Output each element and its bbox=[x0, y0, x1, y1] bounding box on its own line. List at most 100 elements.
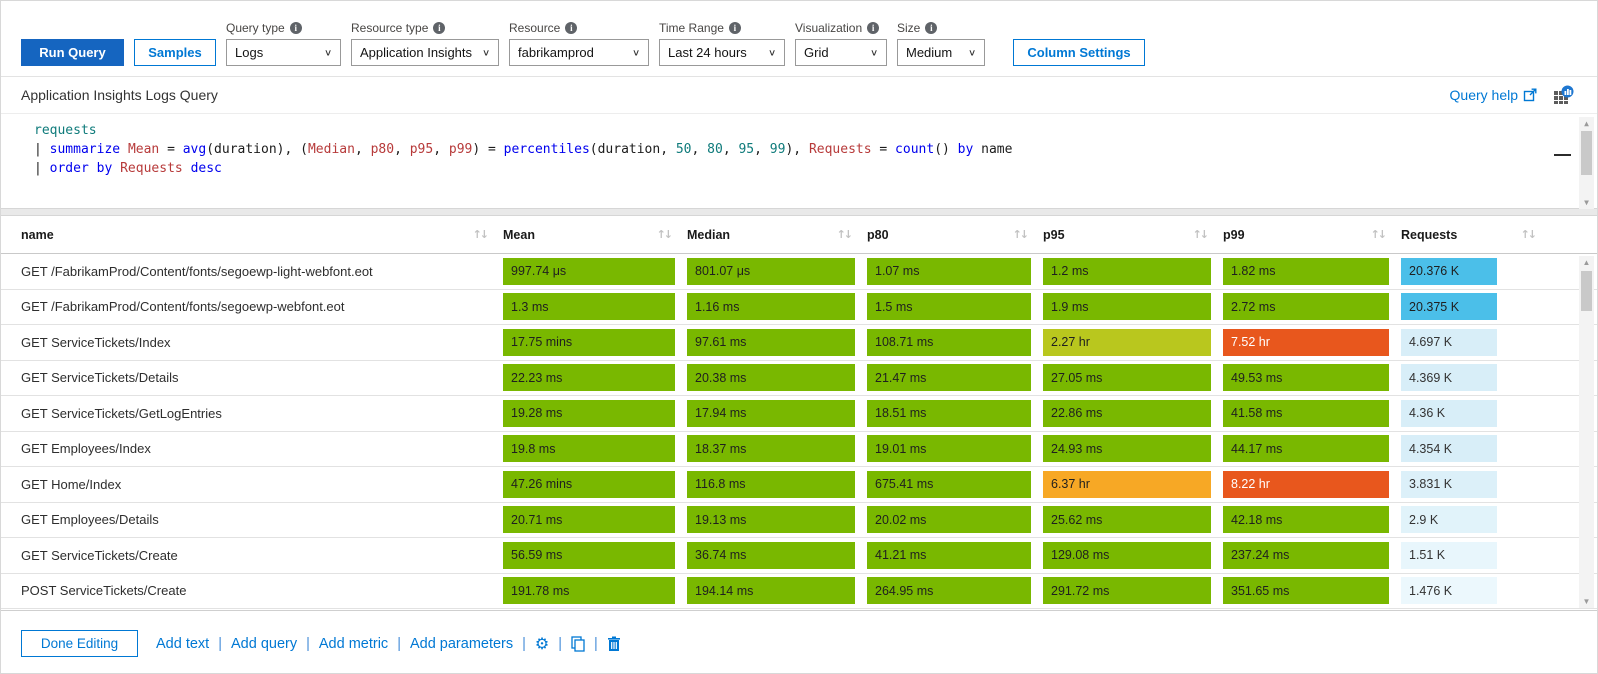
code-token: name bbox=[973, 142, 1012, 157]
table-row[interactable]: GET Home/Index47.26 mins116.8 ms675.41 m… bbox=[1, 467, 1597, 503]
info-icon[interactable]: i bbox=[925, 22, 937, 34]
scroll-down-icon[interactable]: ▼ bbox=[1584, 196, 1589, 209]
code-token bbox=[112, 161, 120, 176]
heatmap-bar: 108.71 ms bbox=[867, 329, 1031, 356]
grid-scrollbar[interactable]: ▲ ▼ bbox=[1579, 256, 1594, 608]
table-row[interactable]: POST ServiceTickets/Create191.78 ms194.1… bbox=[1, 574, 1597, 610]
table-row[interactable]: GET ServiceTickets/GetLogEntries19.28 ms… bbox=[1, 396, 1597, 432]
scroll-up-icon[interactable]: ▲ bbox=[1584, 117, 1589, 130]
sort-icon[interactable]: ↑↓ bbox=[837, 228, 851, 241]
heatmap-cell: 675.41 ms bbox=[867, 467, 1043, 502]
dropdown-label-text: Time Range bbox=[659, 21, 724, 35]
add-query-link[interactable]: Add query bbox=[231, 636, 297, 652]
chevron-down-icon: ∨ bbox=[632, 47, 640, 57]
column-header-name[interactable]: name↑↓ bbox=[21, 216, 503, 253]
table-row[interactable]: GET /FabrikamProd/Content/fonts/segoewp-… bbox=[1, 254, 1597, 290]
dropdown-group-resource-type: Resource typeiApplication Insights∨ bbox=[351, 21, 499, 66]
column-header-p95[interactable]: p95↑↓ bbox=[1043, 216, 1223, 253]
grid-body: GET /FabrikamProd/Content/fonts/segoewp-… bbox=[1, 254, 1597, 610]
heatmap-cell: 997.74 μs bbox=[503, 254, 687, 289]
query-code-editor[interactable]: requests| summarize Mean = avg(duration)… bbox=[1, 113, 1597, 208]
grid-chart-icon[interactable] bbox=[1553, 85, 1575, 105]
dropdown-resource-type[interactable]: Application Insights∨ bbox=[351, 39, 499, 66]
heatmap-bar: 116.8 ms bbox=[687, 471, 855, 498]
chevron-down-icon: ∨ bbox=[870, 47, 878, 57]
column-header-mean[interactable]: Mean↑↓ bbox=[503, 216, 687, 253]
heatmap-cell: 42.18 ms bbox=[1223, 503, 1401, 538]
heatmap-bar: 291.72 ms bbox=[1043, 577, 1211, 604]
editor-scrollbar[interactable]: ▲ ▼ bbox=[1579, 117, 1594, 209]
external-link-icon bbox=[1523, 88, 1537, 102]
info-icon[interactable]: i bbox=[565, 22, 577, 34]
heatmap-cell: 19.01 ms bbox=[867, 432, 1043, 467]
dropdown-value: Last 24 hours bbox=[668, 45, 747, 60]
code-token: by bbox=[958, 142, 974, 157]
dropdown-label-query-type: Query typei bbox=[226, 21, 341, 35]
table-row[interactable]: GET ServiceTickets/Create56.59 ms36.74 m… bbox=[1, 538, 1597, 574]
sort-icon[interactable]: ↑↓ bbox=[1371, 228, 1385, 241]
gear-icon[interactable]: ⚙ bbox=[535, 636, 549, 652]
column-header-median[interactable]: Median↑↓ bbox=[687, 216, 867, 253]
sort-icon[interactable]: ↑↓ bbox=[657, 228, 671, 241]
heatmap-bar: 41.21 ms bbox=[867, 542, 1031, 569]
add-text-link[interactable]: Add text bbox=[156, 636, 209, 652]
info-icon[interactable]: i bbox=[867, 22, 879, 34]
table-row[interactable]: GET /FabrikamProd/Content/fonts/segoewp-… bbox=[1, 290, 1597, 326]
table-row[interactable]: GET ServiceTickets/Details22.23 ms20.38 … bbox=[1, 361, 1597, 397]
separator: | bbox=[522, 636, 526, 652]
heatmap-cell: 2.27 hr bbox=[1043, 325, 1223, 360]
add-parameters-link[interactable]: Add parameters bbox=[410, 636, 513, 652]
heatmap-bar: 20.02 ms bbox=[867, 506, 1031, 533]
table-row[interactable]: GET Employees/Index19.8 ms18.37 ms19.01 … bbox=[1, 432, 1597, 468]
samples-button[interactable]: Samples bbox=[134, 39, 216, 66]
add-metric-link[interactable]: Add metric bbox=[319, 636, 388, 652]
heatmap-cell: 49.53 ms bbox=[1223, 361, 1401, 396]
scroll-up-icon[interactable]: ▲ bbox=[1583, 256, 1591, 269]
code-token: , bbox=[394, 142, 410, 157]
sort-icon[interactable]: ↑↓ bbox=[473, 228, 487, 241]
heatmap-cell: 108.71 ms bbox=[867, 325, 1043, 360]
info-icon[interactable]: i bbox=[433, 22, 445, 34]
heatmap-cell: 801.07 μs bbox=[687, 254, 867, 289]
heatmap-bar: 17.94 ms bbox=[687, 400, 855, 427]
heatmap-bar: 21.47 ms bbox=[867, 364, 1031, 391]
grid-scrollbar-thumb[interactable] bbox=[1581, 271, 1592, 311]
column-header-p80[interactable]: p80↑↓ bbox=[867, 216, 1043, 253]
dropdown-size[interactable]: Medium∨ bbox=[897, 39, 985, 66]
heatmap-cell: 41.58 ms bbox=[1223, 396, 1401, 431]
scroll-down-icon[interactable]: ▼ bbox=[1583, 595, 1591, 608]
heatmap-cell: 27.05 ms bbox=[1043, 361, 1223, 396]
sort-icon[interactable]: ↑↓ bbox=[1013, 228, 1027, 241]
sort-icon[interactable]: ↑↓ bbox=[1193, 228, 1207, 241]
heatmap-bar: 801.07 μs bbox=[687, 258, 855, 285]
table-row[interactable]: GET ServiceTickets/Index17.75 mins97.61 … bbox=[1, 325, 1597, 361]
table-row[interactable]: GET Employees/Details20.71 ms19.13 ms20.… bbox=[1, 503, 1597, 539]
row-name: GET Home/Index bbox=[21, 477, 503, 492]
column-settings-button[interactable]: Column Settings bbox=[1013, 39, 1145, 66]
heatmap-bar: 17.75 mins bbox=[503, 329, 675, 356]
run-query-button[interactable]: Run Query bbox=[21, 39, 124, 66]
heatmap-bar: 191.78 ms bbox=[503, 577, 675, 604]
sort-icon[interactable]: ↑↓ bbox=[1521, 228, 1535, 241]
heatmap-bar: 20.71 ms bbox=[503, 506, 675, 533]
column-header-requests[interactable]: Requests↑↓ bbox=[1401, 216, 1551, 253]
info-icon[interactable]: i bbox=[729, 22, 741, 34]
query-help-link[interactable]: Query help bbox=[1450, 87, 1537, 103]
done-editing-button[interactable]: Done Editing bbox=[21, 630, 138, 657]
row-name: GET ServiceTickets/Index bbox=[21, 335, 503, 350]
dropdown-resource[interactable]: fabrikamprod∨ bbox=[509, 39, 649, 66]
dropdown-visualization[interactable]: Grid∨ bbox=[795, 39, 887, 66]
code-token: () bbox=[934, 142, 957, 157]
workbook-query-widget: Run Query Samples Query typeiLogs∨Resour… bbox=[0, 0, 1598, 674]
trash-icon[interactable] bbox=[607, 636, 621, 652]
dropdown-value: Application Insights bbox=[360, 45, 472, 60]
editor-scrollbar-thumb[interactable] bbox=[1581, 131, 1592, 175]
separator: | bbox=[306, 636, 310, 652]
dropdown-time-range[interactable]: Last 24 hours∨ bbox=[659, 39, 785, 66]
column-header-p99[interactable]: p99↑↓ bbox=[1223, 216, 1401, 253]
dropdown-query-type[interactable]: Logs∨ bbox=[226, 39, 341, 66]
heatmap-cell: 8.22 hr bbox=[1223, 467, 1401, 502]
info-icon[interactable]: i bbox=[290, 22, 302, 34]
copy-icon[interactable] bbox=[571, 636, 585, 652]
splitter-handle[interactable] bbox=[1, 208, 1597, 216]
